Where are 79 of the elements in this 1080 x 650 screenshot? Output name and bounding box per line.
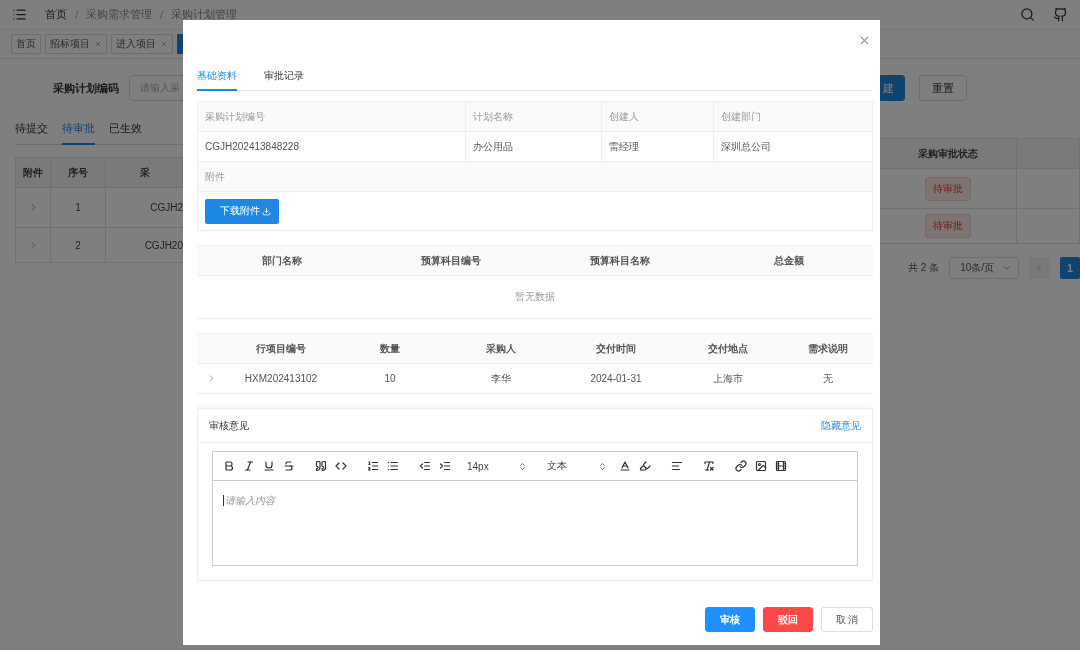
- status-tab[interactable]: 待审批: [62, 121, 95, 145]
- column-header: 创建部门: [714, 102, 872, 132]
- italic-icon[interactable]: [243, 460, 255, 472]
- table-cell: 2: [51, 228, 106, 263]
- table-cell: CGJH202413848228: [198, 132, 466, 162]
- column-header: 数量: [337, 334, 443, 364]
- column-header: 需求说明: [783, 334, 873, 364]
- status-badge: 待审批: [925, 176, 971, 201]
- page-button[interactable]: 1: [1060, 257, 1080, 279]
- column-header: 附件: [16, 158, 51, 188]
- menu-icon[interactable]: [12, 7, 27, 22]
- status-tab[interactable]: 待提交: [15, 121, 48, 145]
- quote-icon[interactable]: [315, 460, 327, 472]
- tab[interactable]: 基础资料: [197, 69, 237, 91]
- table-cell: 办公用品: [466, 132, 602, 162]
- field-label: 采购计划编码: [53, 80, 119, 96]
- breadcrumb-separator: /: [160, 8, 164, 21]
- page-size-select[interactable]: 10条/页: [949, 257, 1019, 279]
- column-header: 序号: [51, 158, 106, 188]
- tab[interactable]: 审批记录: [264, 69, 304, 91]
- strikethrough-icon[interactable]: [283, 460, 295, 472]
- toolbar-select[interactable]: 文本: [539, 459, 611, 473]
- github-icon[interactable]: [1053, 7, 1068, 22]
- cancel-button[interactable]: 取 消: [821, 607, 873, 632]
- clear-format-icon[interactable]: [703, 460, 715, 472]
- highlight-icon[interactable]: [639, 460, 651, 472]
- bullet-list-icon[interactable]: [387, 460, 399, 472]
- empty-message: 暂无数据: [515, 290, 555, 304]
- column-header: 采: [106, 158, 184, 188]
- column-header: 附件: [198, 162, 872, 192]
- column-header: 行项目编号: [225, 334, 337, 364]
- indent-icon[interactable]: [439, 460, 451, 472]
- underline-icon[interactable]: [263, 460, 275, 472]
- column-header: 交付时间: [559, 334, 673, 364]
- outdent-icon[interactable]: [419, 460, 431, 472]
- page-tag[interactable]: 招标项目: [45, 34, 107, 54]
- approve-button[interactable]: 审核: [705, 607, 755, 632]
- column-header: 预算科目编号: [366, 246, 535, 276]
- column-header: 预算科目名称: [535, 246, 704, 276]
- editor-placeholder: 请输入内容: [223, 495, 275, 506]
- up-down-arrows-icon: [598, 461, 607, 471]
- video-icon[interactable]: [775, 460, 787, 472]
- column-header: 部门名称: [197, 246, 366, 276]
- page-tag[interactable]: 首页: [11, 34, 41, 54]
- bold-icon[interactable]: [223, 460, 235, 472]
- status-badge: 待审批: [925, 214, 971, 238]
- status-tab[interactable]: 已生效: [109, 121, 142, 145]
- rich-text-editor[interactable]: 14px 文本 请输入内容: [212, 451, 858, 566]
- total-count: 共 2 条: [908, 261, 940, 275]
- code-icon[interactable]: [335, 460, 347, 472]
- ordered-list-icon[interactable]: [367, 460, 379, 472]
- column-header: 采购人: [443, 334, 559, 364]
- chevron-down-icon: [1001, 263, 1012, 273]
- column-header: 采购审批状态: [880, 139, 1017, 169]
- reject-button[interactable]: 驳回: [763, 607, 813, 632]
- align-left-icon[interactable]: [671, 460, 683, 472]
- card-title: 审核意见: [209, 418, 249, 433]
- column-header: 计划名称: [466, 102, 602, 132]
- breadcrumb-separator: /: [75, 8, 79, 21]
- page-tag[interactable]: 进入项目: [111, 34, 173, 54]
- download-button[interactable]: 下载附件: [205, 198, 279, 224]
- table-cell: 雷经理: [602, 132, 714, 162]
- button-label: 下载附件: [220, 204, 260, 218]
- table-cell: 1: [51, 188, 106, 228]
- column-header: 交付地点: [673, 334, 783, 364]
- hide-opinion-link[interactable]: 隐藏意见: [821, 418, 861, 433]
- breadcrumb-item[interactable]: 首页: [45, 7, 67, 22]
- reset-button[interactable]: 重置: [919, 75, 967, 101]
- column-header: 创建人: [602, 102, 714, 132]
- search-icon[interactable]: [1020, 7, 1035, 22]
- column-header: 采购计划编号: [198, 102, 466, 132]
- link-icon[interactable]: [735, 460, 747, 472]
- download-icon: [262, 206, 271, 216]
- image-icon[interactable]: [755, 460, 767, 472]
- font-color-icon[interactable]: [619, 460, 631, 472]
- create-button[interactable]: 建: [880, 75, 905, 101]
- column-header: 总金额: [704, 246, 873, 276]
- up-down-arrows-icon: [518, 461, 527, 471]
- toolbar-select[interactable]: 14px: [459, 460, 531, 472]
